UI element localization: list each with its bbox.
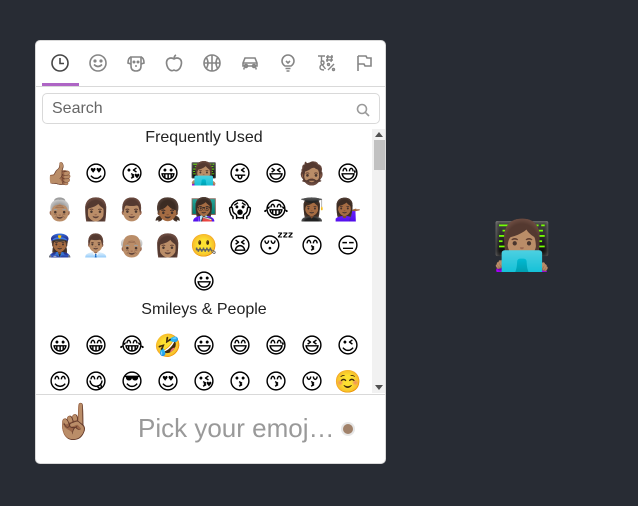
emoji-button[interactable]: 👨🏽 — [114, 193, 150, 229]
emoji-button[interactable]: 🤐 — [186, 229, 222, 265]
emoji-button[interactable]: 😑 — [330, 229, 366, 265]
selected-emoji: 👩🏽‍💻 — [492, 218, 552, 274]
emoji-button[interactable]: 👴🏽 — [114, 229, 150, 265]
emoji-button[interactable]: 😴 — [258, 229, 294, 265]
emoji-button[interactable]: 😚 — [294, 365, 330, 394]
emoji-button[interactable]: 😋 — [78, 365, 114, 394]
emoji-button[interactable]: 👩🏽‍💻 — [186, 157, 222, 193]
category-recent-clock-icon[interactable] — [48, 51, 72, 75]
emoji-button[interactable]: 😜 — [222, 157, 258, 193]
category-smileys-smiley-icon[interactable] — [86, 51, 110, 75]
emoji-grid-frequently-used: 👍🏽 😍 😘 😀 👩🏽‍💻 😜 😆 🧔🏽 😅 👵🏽 👩🏽 👨🏽 👧🏾 👩🏾‍🏫 😱 😂 👩🏾‍🎓 💁🏾‍♀️ 👮🏾‍… — [36, 151, 372, 301]
category-animals-dog-icon[interactable] — [124, 51, 148, 75]
emoji-button[interactable]: 😎 — [114, 365, 150, 394]
emoji-button[interactable]: 🧔🏽 — [294, 157, 330, 193]
search-icon — [356, 102, 370, 117]
section-label-smileys-people: Smileys & People — [141, 301, 267, 318]
emoji-button[interactable]: 💁🏾‍♀️ — [330, 193, 366, 229]
scrollbar[interactable] — [372, 129, 385, 393]
emoji-button[interactable]: 😫 — [222, 229, 258, 265]
preview-emoji: ☝🏽 — [53, 402, 96, 442]
scroll-down-arrow-icon[interactable] — [375, 385, 383, 390]
emoji-button[interactable]: 😅 — [330, 157, 366, 193]
category-activity-basketball-icon[interactable] — [200, 51, 224, 75]
preview-bar: ☝🏽 Pick your emoji… — [36, 394, 385, 463]
emoji-grid-smileys-people: 😀 😁 😂 🤣 😃 😄 😅 😆 😉 😊 😋 😎 😍 😘 😗 😙 😚 ☺️ — [36, 323, 372, 394]
category-symbols-icon[interactable] — [314, 51, 338, 75]
preview-title: Pick your emoji… — [138, 413, 338, 443]
emoji-button[interactable]: ☺️ — [330, 365, 366, 394]
emoji-button[interactable]: 😊 — [42, 365, 78, 394]
emoji-button[interactable]: 😅 — [258, 329, 294, 365]
emoji-button[interactable]: 😘 — [186, 365, 222, 394]
category-travel-car-icon[interactable] — [238, 51, 262, 75]
emoji-button[interactable]: 😱 — [222, 193, 258, 229]
emoji-button[interactable]: 😆 — [294, 329, 330, 365]
emoji-button[interactable]: 😙 — [258, 365, 294, 394]
category-objects-lightbulb-icon[interactable] — [276, 51, 300, 75]
emoji-button[interactable]: 😃 — [186, 265, 222, 301]
emoji-button[interactable]: 👮🏾‍♀️ — [42, 229, 78, 265]
section-label-frequently-used: Frequently Used — [145, 129, 263, 146]
active-category-indicator — [42, 83, 79, 86]
emoji-button[interactable]: 😙 — [294, 229, 330, 265]
emoji-button[interactable]: 😀 — [42, 329, 78, 365]
emoji-button[interactable]: 😘 — [114, 157, 150, 193]
category-flags-flag-icon[interactable] — [352, 51, 376, 75]
emoji-button[interactable]: 😆 — [258, 157, 294, 193]
emoji-picker: Frequently Used 👍🏽😍😘😀👩🏽‍💻😜😆🧔🏽😅👵🏽👩🏽👨🏽👧🏾👩🏾… — [35, 40, 386, 464]
emoji-button[interactable]: 😍 — [78, 157, 114, 193]
emoji-button[interactable]: 👩🏽 — [150, 229, 186, 265]
emoji-button[interactable]: 😁 — [78, 329, 114, 365]
emoji-button[interactable]: 😄 — [222, 329, 258, 365]
emoji-button[interactable]: 👧🏾 — [150, 193, 186, 229]
emoji-button[interactable]: 👩🏾‍🏫 — [186, 193, 222, 229]
search-input[interactable] — [52, 99, 347, 119]
emoji-scroll-area[interactable]: Frequently Used 👍🏽 😍 😘 😀 👩🏽‍💻 😜 😆 🧔🏽 😅 👵🏽 👩🏽 👨🏽 👧🏾 👩🏾… — [36, 129, 372, 393]
emoji-button[interactable]: 👵🏽 — [42, 193, 78, 229]
emoji-button[interactable]: 😉 — [330, 329, 366, 365]
emoji-button[interactable]: 😀 — [150, 157, 186, 193]
emoji-button[interactable]: 👍🏽 — [42, 157, 78, 193]
emoji-button[interactable]: 😍 — [150, 365, 186, 394]
emoji-button[interactable]: 😃 — [186, 329, 222, 365]
scrollbar-thumb[interactable] — [374, 140, 385, 170]
search-box — [42, 93, 380, 124]
scroll-up-arrow-icon[interactable] — [375, 132, 383, 137]
skin-tone-selector[interactable] — [341, 422, 355, 436]
category-bar — [36, 41, 385, 87]
emoji-button[interactable]: 👩🏽 — [78, 193, 114, 229]
emoji-button[interactable]: 😗 — [222, 365, 258, 394]
emoji-button[interactable]: 😂 — [258, 193, 294, 229]
emoji-button[interactable]: 👩🏾‍🎓 — [294, 193, 330, 229]
emoji-button[interactable]: 👨🏽‍💼 — [78, 229, 114, 265]
emoji-button[interactable]: 🤣 — [150, 329, 186, 365]
emoji-button[interactable]: 😂 — [114, 329, 150, 365]
category-food-apple-icon[interactable] — [162, 51, 186, 75]
